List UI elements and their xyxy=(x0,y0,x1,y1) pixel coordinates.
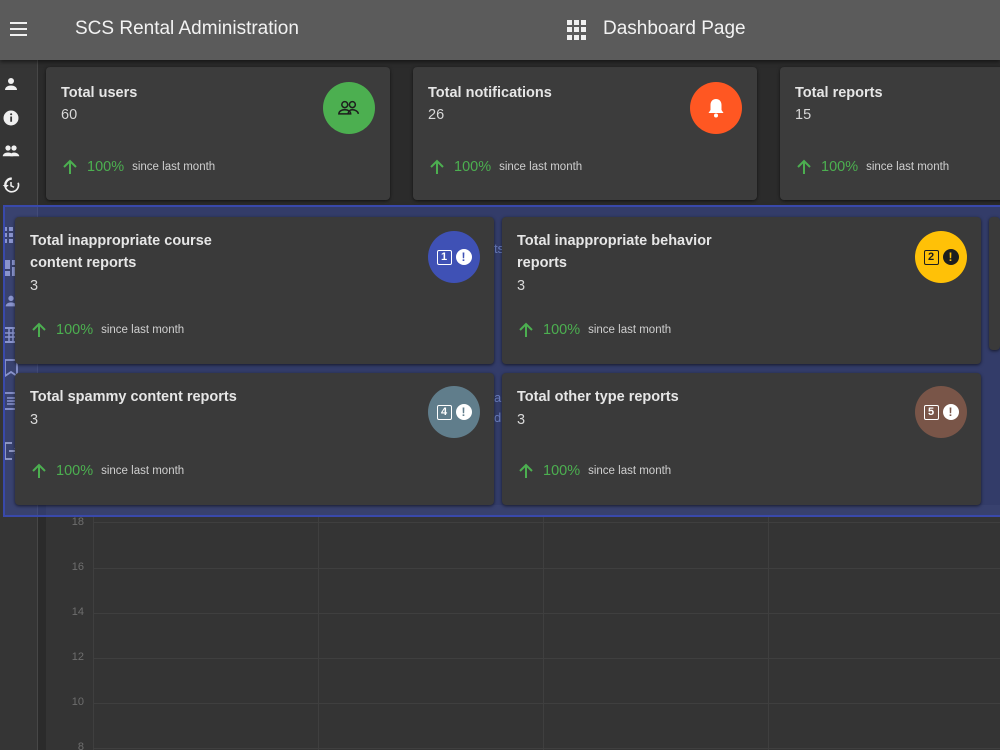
arrow-up-icon xyxy=(32,463,46,478)
card-title: Total inappropriate behavior xyxy=(517,233,712,249)
chart-gridline xyxy=(94,658,1000,659)
people-icon[interactable] xyxy=(1,141,21,161)
person-icon[interactable] xyxy=(1,74,21,94)
trend-text: since last month xyxy=(866,161,950,173)
card-title: Total other type reports xyxy=(517,389,679,405)
y-tick-label: 18 xyxy=(71,516,84,528)
trend-indicator: 100% since last month xyxy=(30,321,184,339)
y-tick-label: 12 xyxy=(71,651,84,663)
trend-percent: 100% xyxy=(87,159,125,175)
chart-gridline xyxy=(93,515,94,750)
trend-indicator: 100% since last month xyxy=(428,158,582,176)
trend-indicator: 100% since last month xyxy=(795,158,949,176)
trend-text: since last month xyxy=(588,465,672,477)
page-title: Dashboard Page xyxy=(603,18,746,39)
trend-text: since last month xyxy=(499,161,583,173)
report-badge-icon: 1 ! xyxy=(428,231,480,283)
history-icon[interactable] xyxy=(1,175,21,195)
card-value: 3 xyxy=(517,278,526,294)
trend-text: since last month xyxy=(101,465,185,477)
y-tick-label: 10 xyxy=(71,696,84,708)
trend-percent: 100% xyxy=(56,322,94,338)
alert-icon: ! xyxy=(942,404,959,420)
chart-gridline xyxy=(94,522,1000,523)
users-icon xyxy=(323,82,375,134)
y-tick-label: 14 xyxy=(71,606,84,618)
number-box-icon: 4 xyxy=(436,404,452,420)
report-card-partial[interactable] xyxy=(989,217,1000,350)
alert-icon: ! xyxy=(455,404,472,420)
arrow-up-icon xyxy=(519,322,533,337)
chart-gridline xyxy=(768,515,769,750)
trend-text: since last month xyxy=(101,324,185,336)
report-card-behavior[interactable]: Total inappropriate behavior reports 3 2… xyxy=(502,217,981,364)
chart-gridline xyxy=(94,568,1000,569)
trend-percent: 100% xyxy=(543,463,581,479)
report-badge-icon: 5 ! xyxy=(915,386,967,438)
trend-indicator: 100% since last month xyxy=(517,462,671,480)
menu-icon[interactable] xyxy=(8,18,30,40)
apps-grid-icon[interactable] xyxy=(567,20,587,40)
number-box-icon: 5 xyxy=(923,404,939,420)
trend-indicator: 100% since last month xyxy=(30,462,184,480)
chart-gridline xyxy=(94,613,1000,614)
card-value: 15 xyxy=(795,107,812,123)
report-badge-icon: 4 ! xyxy=(428,386,480,438)
alert-icon: ! xyxy=(455,249,472,265)
card-value: 26 xyxy=(428,107,445,123)
trend-percent: 100% xyxy=(56,463,94,479)
bell-icon xyxy=(690,82,742,134)
chart-area xyxy=(46,505,1000,750)
report-card-spammy[interactable]: Total spammy content reports 3 4 ! 100% … xyxy=(15,373,494,505)
stat-card-reports[interactable]: Total reports 15 100% since last month xyxy=(780,67,1000,200)
card-title: Total spammy content reports xyxy=(30,389,237,405)
card-title: Total reports xyxy=(795,85,883,101)
arrow-up-icon xyxy=(430,159,444,174)
trend-text: since last month xyxy=(132,161,216,173)
arrow-up-icon xyxy=(797,159,811,174)
trend-text: since last month xyxy=(588,324,672,336)
y-tick-label: 16 xyxy=(71,561,84,573)
chart-gridline xyxy=(543,515,544,750)
card-value: 3 xyxy=(30,278,39,294)
chart-gridline xyxy=(318,515,319,750)
chart-gridline xyxy=(94,703,1000,704)
app-title: SCS Rental Administration xyxy=(75,18,299,39)
trend-percent: 100% xyxy=(543,322,581,338)
card-title-line2: reports xyxy=(517,255,567,271)
app-bar: SCS Rental Administration Dashboard Page xyxy=(0,0,1000,60)
trend-percent: 100% xyxy=(454,159,492,175)
card-title: Total notifications xyxy=(428,85,552,101)
trend-indicator: 100% since last month xyxy=(517,321,671,339)
card-title-line2: content reports xyxy=(30,255,137,271)
stat-card-notifications[interactable]: Total notifications 26 100% since last m… xyxy=(413,67,757,200)
info-icon[interactable] xyxy=(1,108,21,128)
number-box-icon: 1 xyxy=(436,249,452,265)
chart-gridline xyxy=(94,748,1000,749)
report-badge-icon: 2 ! xyxy=(915,231,967,283)
stat-card-users[interactable]: Total users 60 100% since last month xyxy=(46,67,390,200)
trend-percent: 100% xyxy=(821,159,859,175)
alert-icon: ! xyxy=(942,249,959,265)
trend-indicator: 100% since last month xyxy=(61,158,215,176)
number-box-icon: 2 xyxy=(923,249,939,265)
card-title: Total inappropriate course xyxy=(30,233,212,249)
card-title: Total users xyxy=(61,85,138,101)
arrow-up-icon xyxy=(32,322,46,337)
report-card-other[interactable]: Total other type reports 3 5 ! 100% sinc… xyxy=(502,373,981,505)
report-card-course-content[interactable]: Total inappropriate course content repor… xyxy=(15,217,494,364)
arrow-up-icon xyxy=(63,159,77,174)
card-value: 3 xyxy=(517,412,526,428)
card-value: 3 xyxy=(30,412,39,428)
arrow-up-icon xyxy=(519,463,533,478)
y-tick-label: 8 xyxy=(77,741,84,750)
card-value: 60 xyxy=(61,107,78,123)
